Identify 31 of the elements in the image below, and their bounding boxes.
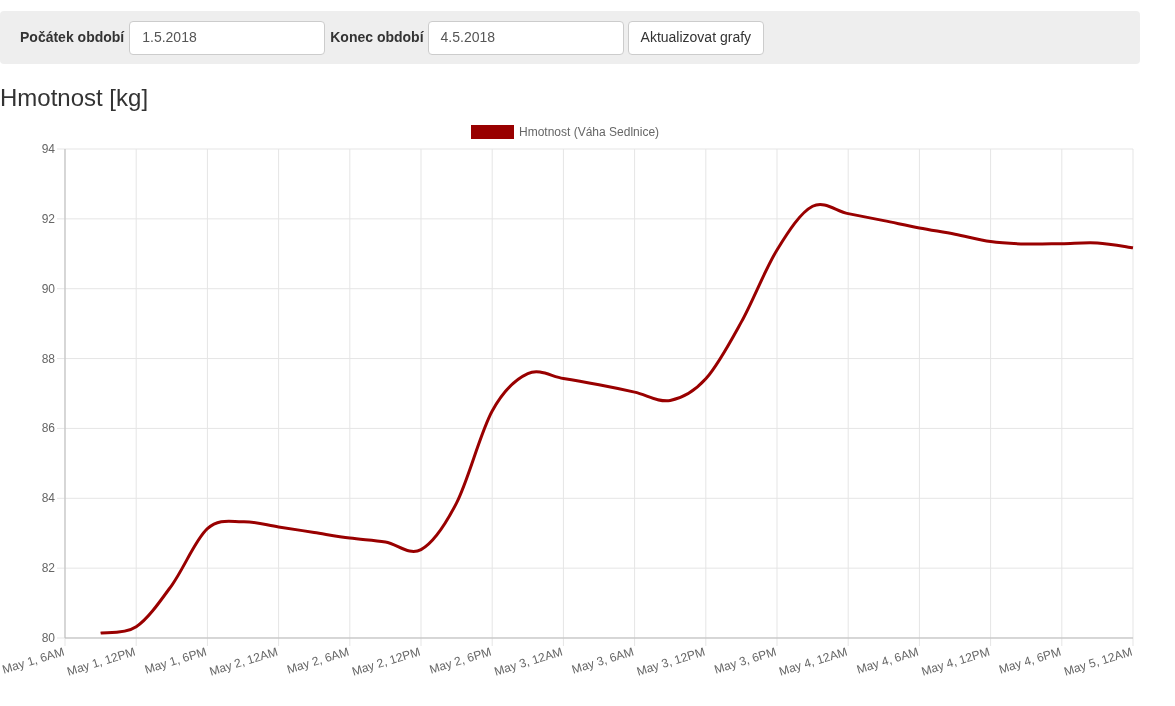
- update-charts-button[interactable]: Aktualizovat grafy: [627, 20, 765, 55]
- x-tick-label: May 2, 12PM: [350, 644, 422, 679]
- x-tick-label: May 4, 6AM: [854, 644, 921, 677]
- y-tick-label: 92: [41, 211, 55, 226]
- y-tick-label: 84: [41, 491, 55, 506]
- y-tick-label: 86: [41, 421, 55, 436]
- y-tick-label: 80: [41, 631, 55, 645]
- y-tick-label: 88: [41, 351, 55, 366]
- x-tick-label: May 4, 12PM: [919, 644, 992, 679]
- x-tick-label: May 2, 12AM: [207, 644, 280, 679]
- x-tick-label: May 2, 6AM: [285, 644, 351, 677]
- x-tick-label: May 4, 12AM: [777, 644, 850, 679]
- x-tick-label: May 3, 12PM: [634, 644, 707, 679]
- x-tick-label: May 2, 6PM: [427, 644, 494, 677]
- end-label: Konec období: [330, 28, 424, 47]
- start-label: Počátek období: [20, 28, 125, 47]
- x-tick-label: May 1, 6AM: [0, 644, 66, 677]
- x-tick-label: May 1, 6PM: [142, 644, 209, 677]
- x-tick-label: May 5, 12AM: [1062, 644, 1134, 679]
- y-tick-label: 82: [41, 561, 55, 576]
- x-tick-label: May 4, 6PM: [997, 644, 1063, 677]
- x-tick-label: May 1, 12PM: [65, 644, 138, 679]
- y-tick-label: 94: [41, 142, 55, 156]
- end-date-field[interactable]: 4.5.2018: [427, 20, 624, 55]
- x-tick-label: May 3, 6AM: [570, 644, 636, 677]
- start-date-field[interactable]: 1.5.2018: [129, 20, 326, 55]
- x-tick-label: May 3, 6PM: [712, 644, 778, 677]
- legend-label: Hmotnost (Váha Sedlnice): [519, 125, 660, 139]
- y-tick-label: 90: [41, 281, 55, 296]
- section-title: Hmotnost [kg]: [0, 84, 150, 112]
- x-tick-label: May 3, 12AM: [492, 644, 565, 679]
